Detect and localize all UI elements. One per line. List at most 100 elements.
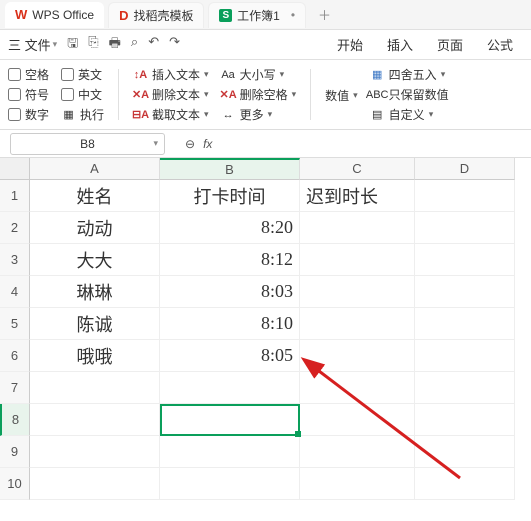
extract-text-button[interactable]: ⊟A截取文本▾ — [133, 106, 209, 123]
check-english[interactable]: 英文 — [61, 66, 104, 83]
file-menu-label: 三 文件 — [8, 35, 51, 54]
menu-formula[interactable]: 公式 — [487, 35, 513, 54]
cell[interactable] — [415, 404, 515, 436]
menu-insert[interactable]: 插入 — [387, 35, 413, 54]
cell[interactable] — [160, 436, 300, 468]
cell[interactable] — [300, 340, 415, 372]
col-header-d[interactable]: D — [415, 158, 515, 180]
insert-text-button[interactable]: ↕A插入文本▾ — [133, 66, 209, 83]
row-header[interactable]: 8 — [0, 404, 30, 436]
keep-value-button[interactable]: ABC只保留数值 — [370, 86, 449, 103]
cell[interactable] — [415, 436, 515, 468]
more-button[interactable]: ↔更多▾ — [221, 106, 297, 123]
extract-text-icon: ⊟A — [133, 107, 148, 122]
preview-icon[interactable]: ⌕ — [131, 34, 138, 56]
new-icon[interactable]: ⎘ — [88, 34, 98, 56]
cell[interactable] — [300, 372, 415, 404]
cell[interactable]: 8:10 — [160, 308, 300, 340]
menu-page[interactable]: 页面 — [437, 35, 463, 54]
col-header-b[interactable]: B — [160, 158, 300, 180]
cell[interactable]: 动动 — [30, 212, 160, 244]
cell[interactable]: 琳琳 — [30, 276, 160, 308]
name-box-value: B8 — [80, 137, 95, 151]
cell[interactable] — [30, 436, 160, 468]
cell[interactable] — [415, 372, 515, 404]
cell[interactable]: 姓名 — [30, 180, 160, 212]
cell-active[interactable] — [160, 404, 300, 436]
spreadsheet[interactable]: A B C D 1 姓名 打卡时间 迟到时长 2 动动 8:20 3 大大 8:… — [0, 158, 531, 500]
name-box[interactable]: B8 ▾ — [10, 133, 165, 155]
check-chinese[interactable]: 中文 — [61, 86, 104, 103]
check-execute[interactable]: ▦执行 — [61, 106, 104, 123]
cell[interactable] — [300, 212, 415, 244]
row-header[interactable]: 3 — [0, 244, 30, 276]
check-symbol[interactable]: 符号 — [8, 86, 49, 103]
cell[interactable]: 打卡时间 — [160, 180, 300, 212]
cell[interactable]: 陈诚 — [30, 308, 160, 340]
cell[interactable] — [160, 468, 300, 500]
chevron-down-icon: ▾ — [153, 138, 158, 149]
undo-icon[interactable]: ↶ — [148, 34, 159, 56]
cancel-icon[interactable]: ⊖ — [185, 137, 195, 151]
cell[interactable]: 哦哦 — [30, 340, 160, 372]
row-header[interactable]: 5 — [0, 308, 30, 340]
fx-icon[interactable]: fx — [203, 137, 212, 151]
execute-icon: ▦ — [61, 107, 76, 122]
cell[interactable]: 8:03 — [160, 276, 300, 308]
check-number[interactable]: 数字 — [8, 106, 49, 123]
numeric-button[interactable]: 数值▾ — [325, 87, 358, 104]
cell[interactable] — [300, 436, 415, 468]
cell[interactable] — [300, 244, 415, 276]
check-space[interactable]: 空格 — [8, 66, 49, 83]
sheet-logo-icon: S — [219, 9, 232, 22]
row-header[interactable]: 1 — [0, 180, 30, 212]
keep-value-icon: ABC — [370, 87, 385, 102]
cell[interactable] — [415, 340, 515, 372]
cell[interactable] — [300, 308, 415, 340]
cell[interactable]: 8:20 — [160, 212, 300, 244]
col-header-a[interactable]: A — [30, 158, 160, 180]
round-button[interactable]: ▦四舍五入▾ — [370, 66, 449, 83]
cell[interactable]: 8:12 — [160, 244, 300, 276]
row-header[interactable]: 9 — [0, 436, 30, 468]
cell[interactable] — [30, 372, 160, 404]
cell[interactable] — [30, 404, 160, 436]
redo-icon[interactable]: ↷ — [169, 34, 180, 56]
menu-start[interactable]: 开始 — [337, 35, 363, 54]
row-header[interactable]: 7 — [0, 372, 30, 404]
row-header[interactable]: 2 — [0, 212, 30, 244]
delete-text-button[interactable]: ✕A删除文本▾ — [133, 86, 209, 103]
app-tab-template[interactable]: D 找稻壳模板 — [108, 2, 204, 28]
case-button[interactable]: Aa大小写▾ — [221, 66, 297, 83]
app-tab-wps[interactable]: W WPS Office — [5, 2, 104, 28]
del-space-icon: ✕A — [221, 87, 236, 102]
row-header[interactable]: 4 — [0, 276, 30, 308]
cell[interactable] — [300, 404, 415, 436]
cell[interactable] — [415, 244, 515, 276]
cell[interactable] — [300, 468, 415, 500]
cell[interactable] — [415, 468, 515, 500]
cell[interactable] — [160, 372, 300, 404]
round-icon: ▦ — [370, 67, 385, 82]
col-header-c[interactable]: C — [300, 158, 415, 180]
row-header[interactable]: 6 — [0, 340, 30, 372]
new-tab-button[interactable]: ＋ — [310, 5, 339, 24]
cell[interactable] — [415, 276, 515, 308]
cell[interactable] — [300, 276, 415, 308]
cell[interactable] — [415, 212, 515, 244]
cell[interactable]: 8:05 — [160, 340, 300, 372]
cell[interactable] — [30, 468, 160, 500]
cell[interactable] — [415, 308, 515, 340]
cell[interactable]: 迟到时长 — [300, 180, 415, 212]
delete-space-button[interactable]: ✕A删除空格▾ — [221, 86, 297, 103]
print-icon[interactable]: 🖶 — [109, 34, 121, 56]
file-menu-button[interactable]: 三 文件 ▾ — [8, 35, 57, 54]
save-icon[interactable]: 🖫 — [67, 34, 78, 56]
cell[interactable]: 大大 — [30, 244, 160, 276]
cell[interactable] — [415, 180, 515, 212]
custom-button[interactable]: ▤自定义▾ — [370, 106, 449, 123]
app-tab-workbook[interactable]: S 工作簿1 • — [208, 2, 306, 28]
select-all-corner[interactable] — [0, 158, 30, 180]
row-header[interactable]: 10 — [0, 468, 30, 500]
formula-bar: B8 ▾ ⊖ fx — [0, 130, 531, 158]
